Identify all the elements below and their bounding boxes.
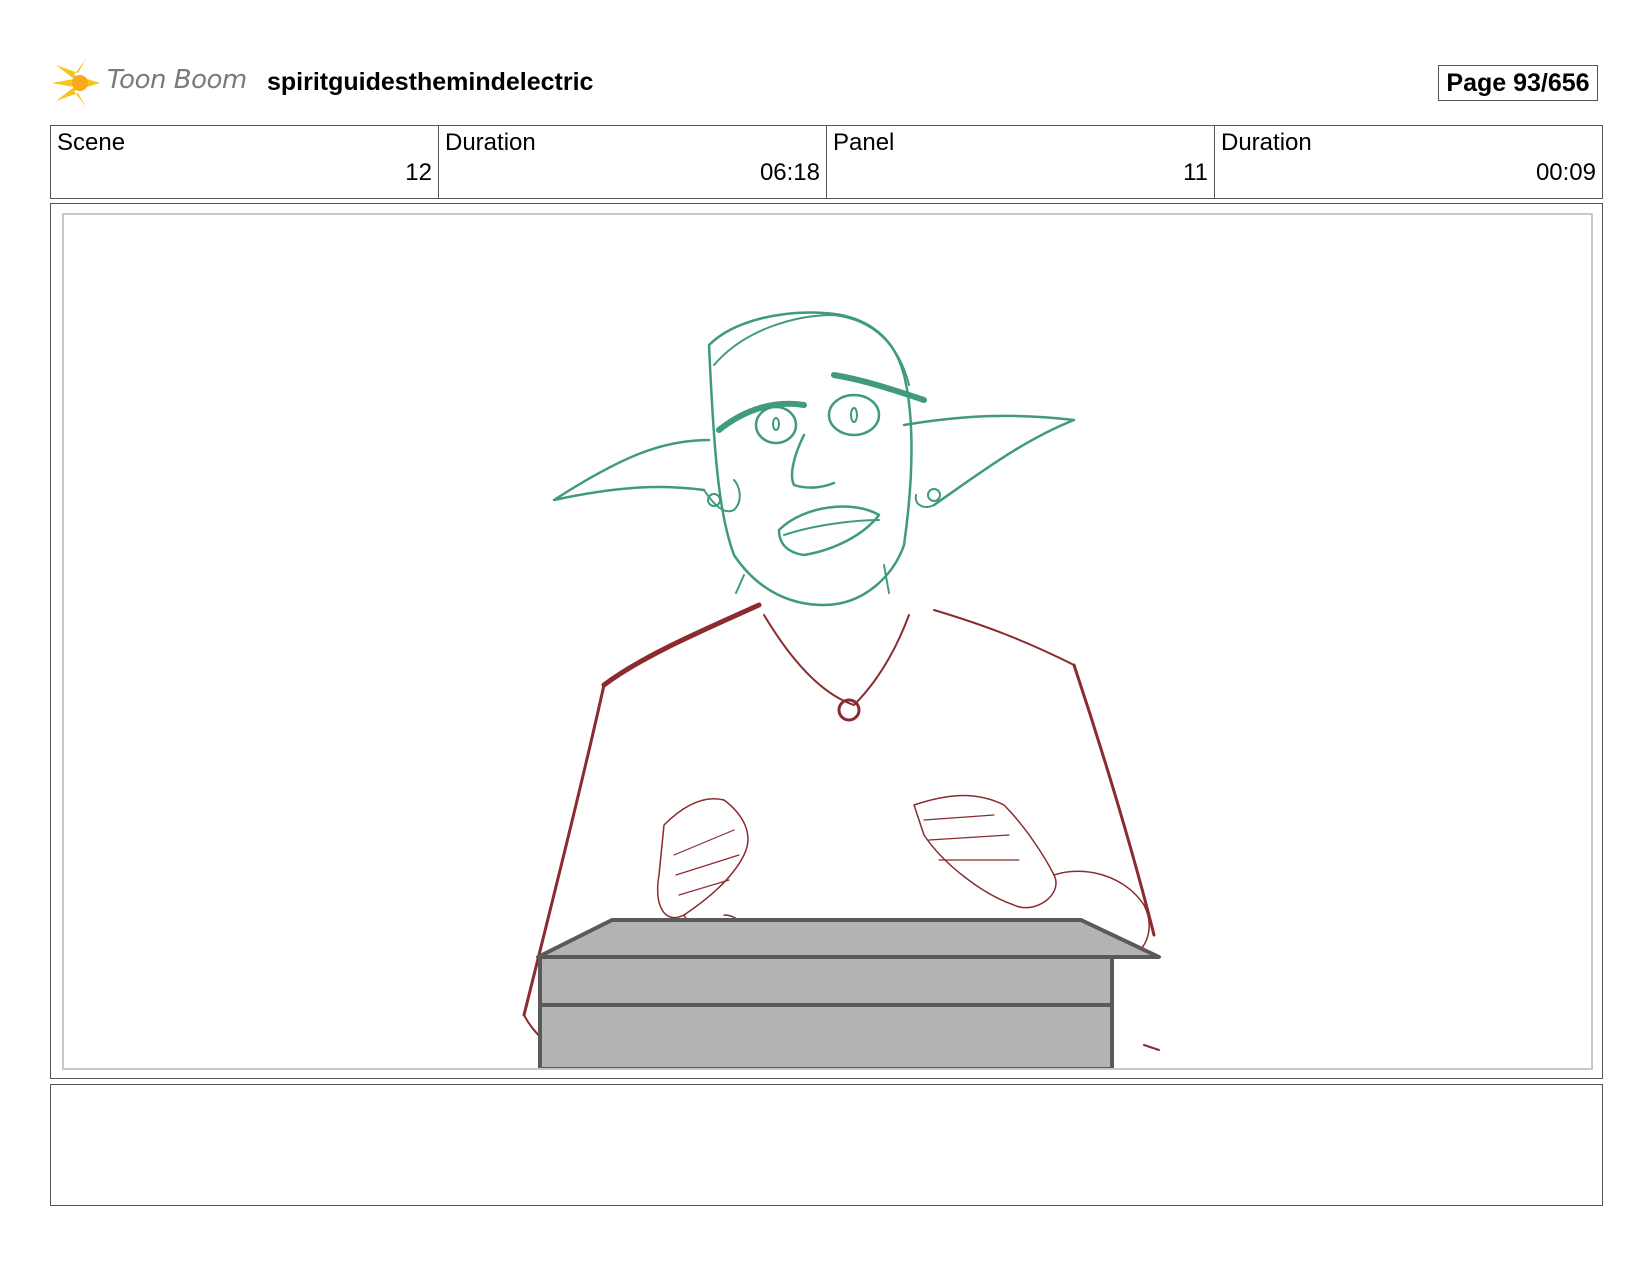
- panel-notes-box: [50, 1084, 1603, 1206]
- page-header: Toon Boom spiritguidesthemindelectric Pa…: [52, 55, 1602, 111]
- goblin-head-sketch: [552, 311, 1076, 607]
- box-sketch: [536, 918, 1161, 1068]
- panel-duration-cell: Duration 00:09: [1215, 126, 1602, 198]
- panel-value: 11: [1183, 159, 1208, 186]
- storyboard-sketch: [522, 311, 1161, 1068]
- scene-value: 12: [405, 159, 432, 186]
- page-indicator: Page 93/656: [1438, 65, 1598, 101]
- panel-duration-value: 00:09: [1535, 159, 1596, 186]
- scene-cell: Scene 12: [51, 126, 439, 198]
- toon-boom-logo: Toon Boom: [52, 55, 252, 111]
- scene-duration-value: 06:18: [759, 159, 820, 186]
- storyboard-panel: [50, 203, 1603, 1079]
- project-title: spiritguidesthemindelectric: [267, 68, 594, 96]
- scene-label: Scene: [57, 129, 126, 156]
- panel-info-table: Scene 12 Duration 06:18 Panel 11 Duratio…: [50, 125, 1603, 199]
- scene-duration-cell: Duration 06:18: [439, 126, 827, 198]
- panel-duration-label: Duration: [1221, 129, 1312, 156]
- panel-drawing-area: [62, 213, 1593, 1070]
- logo-text: Toon Boom: [107, 65, 247, 95]
- scene-duration-label: Duration: [445, 129, 536, 156]
- starburst-icon: [52, 59, 100, 107]
- panel-cell: Panel 11: [827, 126, 1215, 198]
- panel-label: Panel: [833, 129, 895, 156]
